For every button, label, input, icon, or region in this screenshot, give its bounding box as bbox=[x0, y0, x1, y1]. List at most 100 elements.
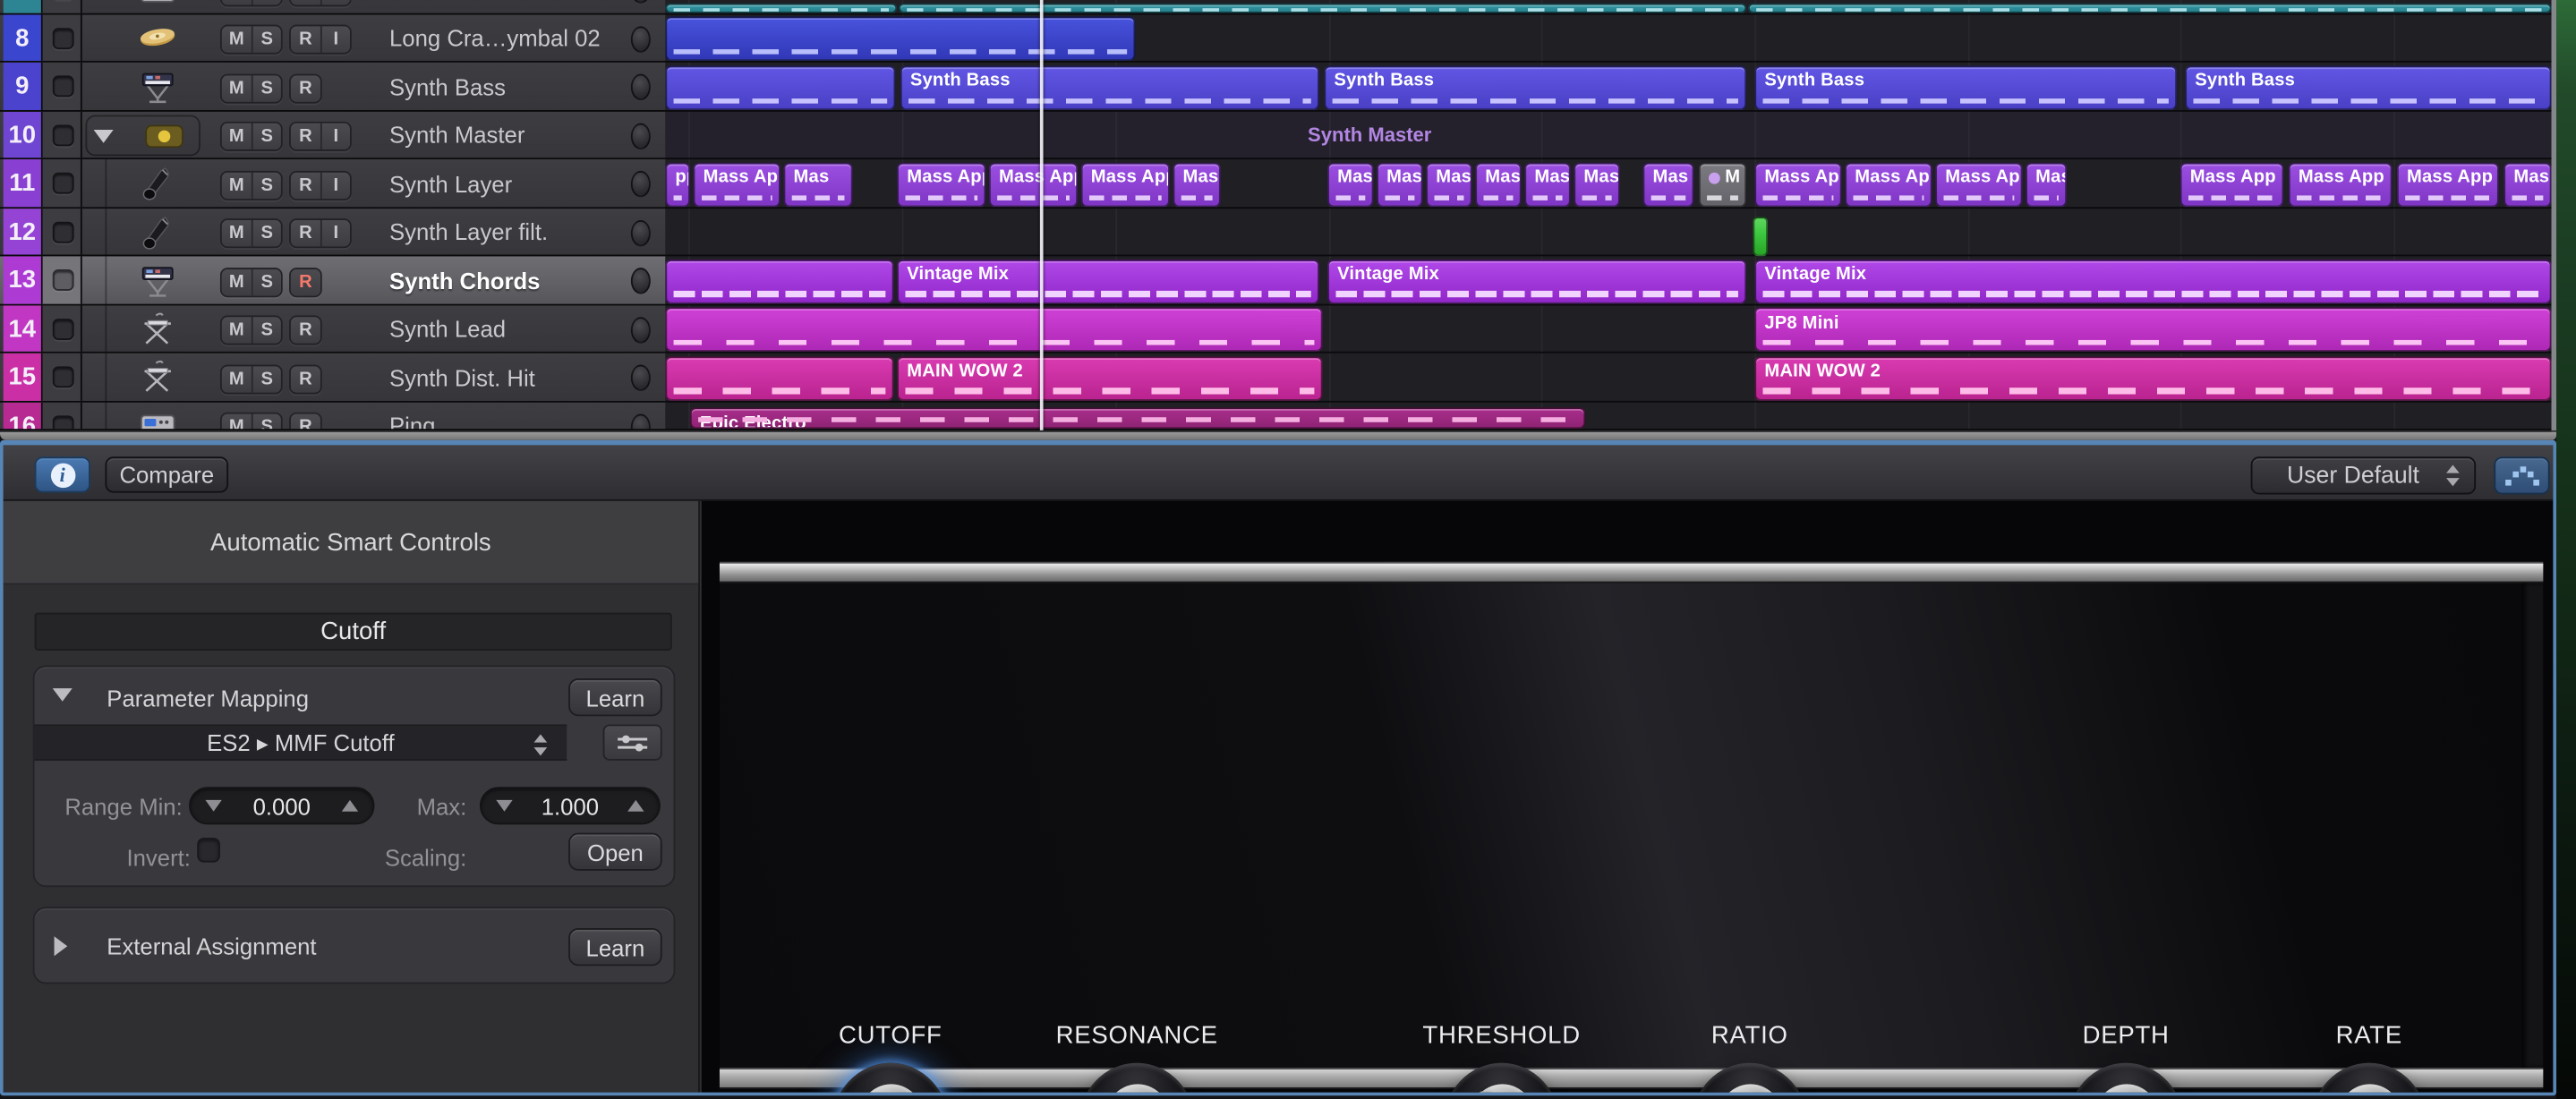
input-monitor-button[interactable]: I bbox=[320, 26, 350, 53]
midi-region[interactable]: Vintage Mix bbox=[1327, 259, 1747, 303]
track-checkbox[interactable] bbox=[52, 220, 74, 243]
mapping-options-button[interactable] bbox=[602, 724, 662, 761]
region-green-segment[interactable] bbox=[1753, 216, 1768, 256]
track-name[interactable]: Synth Layer bbox=[389, 159, 512, 206]
midi-region[interactable]: Mass App bbox=[1754, 161, 1842, 207]
midi-region[interactable]: Mas bbox=[1377, 161, 1423, 207]
track-name[interactable]: Synth Layer filt. bbox=[389, 208, 548, 254]
track-header-row[interactable]: 14 M S R Synth Lead bbox=[0, 304, 666, 354]
track-lane[interactable] bbox=[665, 208, 2552, 257]
track-number[interactable]: 11 bbox=[3, 159, 43, 207]
track-checkbox[interactable] bbox=[52, 75, 74, 98]
track-name[interactable]: Synth Bass bbox=[389, 63, 506, 109]
synth-keyboard-icon[interactable] bbox=[138, 67, 177, 106]
track-lane[interactable]: Epic Electro bbox=[665, 402, 2552, 430]
midi-region[interactable]: Vintage Mix bbox=[897, 259, 1319, 303]
track-checkbox[interactable] bbox=[52, 27, 74, 49]
solo-button[interactable]: S bbox=[251, 219, 281, 247]
track-lane[interactable]: Synth Master bbox=[665, 110, 2552, 160]
midi-region[interactable]: Epic Electro bbox=[689, 407, 1586, 430]
mute-button[interactable]: M bbox=[221, 268, 252, 295]
midi-region[interactable] bbox=[665, 307, 1323, 352]
track-checkbox[interactable] bbox=[52, 366, 74, 388]
midi-region[interactable]: Mas bbox=[1426, 161, 1472, 207]
cymbal-icon[interactable] bbox=[138, 19, 177, 58]
track-lane[interactable]: Synth Bass Synth Bass Synth Bass Synth Bass bbox=[665, 63, 2552, 111]
range-min-value[interactable]: 0.000 bbox=[253, 793, 311, 819]
solo-button[interactable]: S bbox=[251, 365, 281, 392]
midi-region[interactable] bbox=[665, 16, 1136, 61]
stepper-down-icon[interactable] bbox=[205, 799, 222, 812]
track-name[interactable]: Synth Dist. Hit bbox=[389, 354, 535, 400]
track-name[interactable]: Ping bbox=[389, 402, 435, 429]
mute-button[interactable]: M bbox=[221, 123, 252, 150]
track-on-off-indicator[interactable] bbox=[630, 170, 651, 198]
track-on-off-indicator[interactable] bbox=[630, 122, 651, 149]
drum-machine-icon[interactable] bbox=[138, 0, 177, 10]
solo-button[interactable]: S bbox=[251, 123, 281, 150]
track-lane[interactable]: MAIN WOW 2 MAIN WOW 2 bbox=[665, 354, 2552, 402]
track-on-off-indicator[interactable] bbox=[630, 268, 651, 294]
midi-region[interactable]: Mass App bbox=[1080, 161, 1170, 207]
tracks-window-bottom-bar[interactable] bbox=[0, 430, 2557, 440]
midi-region[interactable]: Synth Bass bbox=[1754, 64, 2178, 110]
stack-disclosure-triangle[interactable] bbox=[93, 129, 114, 142]
invert-checkbox[interactable] bbox=[197, 838, 220, 863]
midi-region[interactable]: Mas bbox=[2503, 161, 2552, 207]
midi-region[interactable] bbox=[665, 64, 896, 110]
track-number[interactable]: 8 bbox=[3, 13, 43, 61]
midi-region[interactable]: Mas bbox=[1574, 161, 1620, 207]
track-number[interactable]: 13 bbox=[3, 256, 43, 303]
solo-button[interactable]: S bbox=[251, 74, 281, 101]
mute-button[interactable]: M bbox=[221, 413, 252, 430]
track-number[interactable]: 12 bbox=[3, 208, 43, 255]
midi-region[interactable]: Synth Bass bbox=[900, 64, 1319, 110]
midi-region[interactable]: Mass App bbox=[988, 161, 1079, 207]
midi-region[interactable]: Mass App bbox=[1845, 161, 1932, 207]
playhead[interactable] bbox=[1039, 0, 1044, 430]
input-monitor-button[interactable]: I bbox=[320, 219, 350, 247]
synth-keyboard-icon[interactable] bbox=[138, 261, 177, 301]
midi-region[interactable]: Vintage Mix bbox=[1754, 259, 2552, 303]
midi-region[interactable]: MAIN WOW 2 bbox=[1754, 355, 2552, 400]
track-checkbox[interactable] bbox=[52, 414, 74, 430]
midi-region[interactable] bbox=[665, 2, 898, 13]
midi-region[interactable]: JP8 Mini bbox=[1754, 307, 2552, 352]
solo-button[interactable]: S bbox=[251, 0, 281, 4]
track-number[interactable]: 14 bbox=[3, 304, 43, 352]
track-checkbox[interactable] bbox=[52, 172, 74, 194]
track-on-off-indicator[interactable] bbox=[630, 364, 651, 391]
track-on-off-indicator[interactable] bbox=[630, 413, 651, 430]
stepper-up-icon[interactable] bbox=[341, 799, 359, 812]
preset-select[interactable]: User Default bbox=[2250, 456, 2477, 495]
track-header-row[interactable]: 12 M S R I Synth Layer filt. bbox=[0, 208, 666, 257]
input-monitor-button[interactable]: I bbox=[320, 171, 350, 199]
record-enable-button[interactable]: R bbox=[290, 317, 320, 344]
record-enable-button[interactable]: R bbox=[290, 171, 320, 199]
midi-region[interactable]: Mass App bbox=[2288, 161, 2393, 207]
track-header-row[interactable]: 7 MS RI bbox=[0, 0, 666, 14]
track-number[interactable]: 7 bbox=[3, 0, 43, 13]
midi-region[interactable]: Mass App bbox=[1935, 161, 2023, 207]
mute-button[interactable]: M bbox=[221, 317, 252, 344]
midi-region[interactable]: Mass App bbox=[693, 161, 780, 207]
stepper-down-icon[interactable] bbox=[496, 799, 513, 812]
midi-region[interactable]: Synth Bass bbox=[1324, 64, 1747, 110]
midi-region[interactable]: Mas bbox=[1524, 161, 1571, 207]
record-enable-button[interactable]: R bbox=[290, 0, 320, 4]
midi-region[interactable]: Mas bbox=[1475, 161, 1522, 207]
parameter-mapping-learn-button[interactable]: Learn bbox=[568, 678, 662, 717]
track-lane[interactable]: Vintage Mix Vintage Mix Vintage Mix bbox=[665, 256, 2552, 305]
track-name[interactable]: Synth Lead bbox=[389, 304, 506, 351]
midi-region[interactable] bbox=[665, 259, 894, 303]
solo-button[interactable]: S bbox=[251, 317, 281, 344]
disclosure-triangle-icon[interactable] bbox=[54, 936, 68, 957]
track-lane[interactable] bbox=[665, 0, 2552, 14]
range-max-value[interactable]: 1.000 bbox=[542, 793, 599, 819]
midi-region[interactable]: Mass App bbox=[897, 161, 986, 207]
input-monitor-button[interactable]: I bbox=[320, 0, 350, 4]
track-header-row[interactable]: 13 M S R Synth Chords bbox=[0, 256, 666, 305]
track-header-row[interactable]: 10 M S R I Synth Master bbox=[0, 110, 666, 160]
midi-region[interactable] bbox=[1747, 2, 2552, 13]
midi-region[interactable]: Mas bbox=[783, 161, 853, 207]
